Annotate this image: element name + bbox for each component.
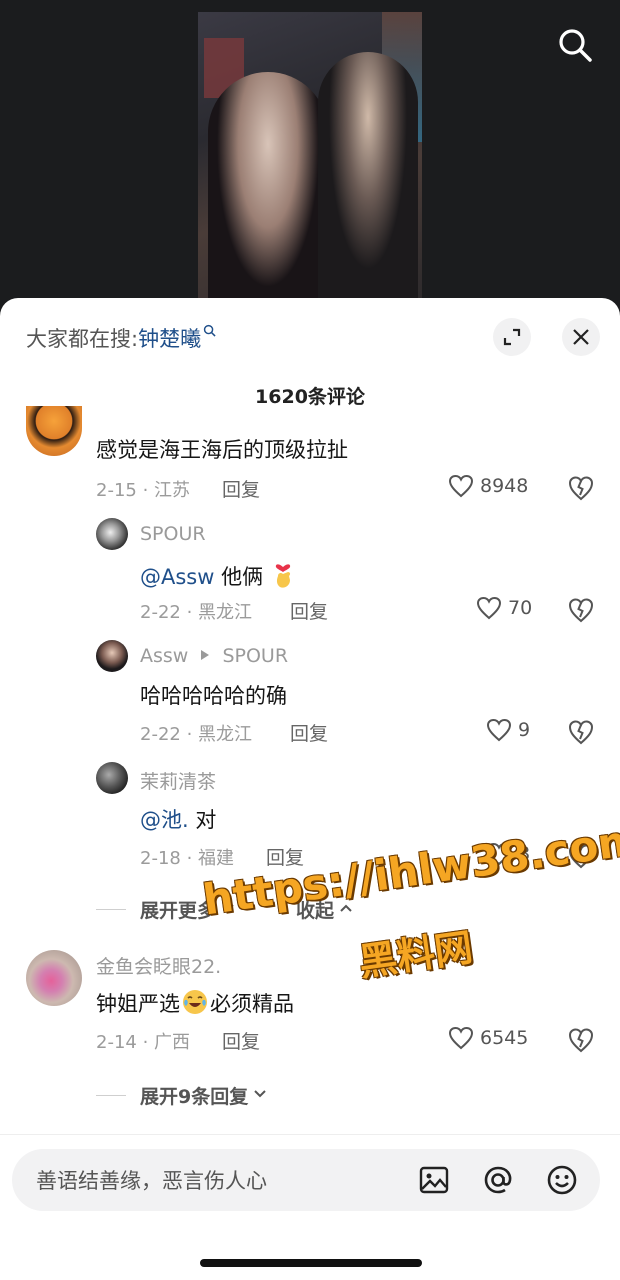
reply-button[interactable]: 回复 bbox=[266, 843, 304, 870]
reply-button[interactable]: 回复 bbox=[222, 1027, 260, 1054]
comment-text-body: 对 bbox=[188, 808, 217, 832]
avatar[interactable] bbox=[96, 762, 128, 794]
chevron-down-icon bbox=[254, 1089, 266, 1097]
comment-username[interactable]: 茉莉清茶 bbox=[140, 767, 216, 794]
comment-text-body: 他俩 bbox=[214, 565, 264, 589]
like-count: 6545 bbox=[480, 1027, 529, 1049]
dislike-icon[interactable] bbox=[567, 718, 595, 746]
emoji-icon[interactable] bbox=[546, 1164, 578, 1196]
hot-search-keyword[interactable]: 钟楚曦 bbox=[138, 323, 201, 353]
comment-username-row: Assw SPOUR bbox=[140, 645, 288, 667]
expand-more-label: 展开更多 bbox=[140, 900, 217, 922]
expand-icon bbox=[503, 328, 521, 346]
hot-search-prefix: 大家都在搜: bbox=[26, 327, 139, 351]
like-button[interactable]: 6545 bbox=[448, 1026, 528, 1050]
search-icon[interactable] bbox=[556, 26, 594, 64]
chevron-up-icon bbox=[340, 904, 352, 912]
comment-meta: 2-15 · 江苏 bbox=[96, 480, 191, 501]
hot-search[interactable]: 大家都在搜: 钟楚曦 bbox=[26, 320, 216, 356]
comment-text: @池. 对 bbox=[140, 804, 216, 834]
comment-text: 感觉是海王海后的顶级拉扯 bbox=[96, 438, 348, 462]
comment-input[interactable] bbox=[34, 1149, 418, 1213]
reply-button[interactable]: 回复 bbox=[222, 475, 260, 502]
avatar[interactable] bbox=[96, 640, 128, 672]
comments-sheet: 大家都在搜: 钟楚曦 1620条评论 感觉是海王海后的顶级拉扯 2-15 · 江… bbox=[0, 298, 620, 1280]
dislike-icon[interactable] bbox=[567, 474, 595, 502]
comment-text-part: 必须精品 bbox=[210, 992, 294, 1016]
video-thumbnail[interactable] bbox=[198, 12, 422, 302]
expand-replies-label: 展开9条回复 bbox=[140, 1086, 249, 1108]
like-button[interactable]: 70 bbox=[476, 596, 532, 620]
small-search-icon bbox=[203, 324, 216, 337]
home-indicator[interactable] bbox=[200, 1259, 422, 1267]
comment-count: 1620条评论 bbox=[255, 386, 365, 408]
heart-hand-emoji bbox=[275, 564, 290, 588]
comment-text: @Assw 他俩 bbox=[140, 558, 296, 591]
mention-link[interactable]: @池. bbox=[140, 808, 189, 832]
close-icon bbox=[573, 329, 589, 345]
comment-username[interactable]: 金鱼会眨眼22. bbox=[96, 952, 221, 979]
comment-meta: 2-22 · 黑龙江 bbox=[140, 602, 253, 623]
like-count: 70 bbox=[508, 597, 533, 619]
video-area[interactable] bbox=[0, 0, 620, 320]
expand-replies-button[interactable]: 展开9条回复 bbox=[96, 1082, 266, 1109]
like-button[interactable]: 8948 bbox=[448, 474, 528, 498]
comment-meta: 2-14 · 广西 bbox=[96, 1032, 191, 1053]
comment-meta: 2-18 · 福建 bbox=[140, 848, 235, 869]
heart-icon bbox=[486, 842, 512, 866]
image-icon[interactable] bbox=[418, 1164, 450, 1196]
at-mention-icon[interactable] bbox=[482, 1164, 514, 1196]
chevron-down-icon bbox=[222, 903, 234, 911]
mention-link[interactable]: @Assw bbox=[140, 565, 214, 589]
comment-text: 哈哈哈哈哈的确 bbox=[140, 684, 287, 708]
reply-button[interactable]: 回复 bbox=[290, 719, 328, 746]
play-arrow-icon bbox=[201, 650, 210, 660]
expand-more-button[interactable]: 展开更多 bbox=[96, 896, 234, 923]
comment-meta: 2-22 · 黑龙江 bbox=[140, 724, 253, 745]
reply-button[interactable]: 回复 bbox=[290, 597, 328, 624]
expand-button[interactable] bbox=[493, 318, 531, 356]
heart-icon bbox=[486, 718, 512, 742]
comment-username[interactable]: Assw bbox=[140, 645, 188, 667]
divider-line bbox=[96, 1095, 126, 1096]
collapse-button[interactable]: 收起 bbox=[296, 896, 352, 923]
avatar[interactable] bbox=[96, 518, 128, 550]
comment-text-part: 钟姐严选 bbox=[96, 992, 180, 1016]
dislike-icon[interactable] bbox=[567, 596, 595, 624]
comment-input-container[interactable] bbox=[12, 1149, 600, 1213]
avatar[interactable] bbox=[26, 406, 82, 456]
heart-icon bbox=[476, 596, 502, 620]
heart-icon bbox=[448, 474, 474, 498]
heart-icon bbox=[448, 1026, 474, 1050]
like-button[interactable]: 8 bbox=[486, 842, 530, 866]
dislike-icon[interactable] bbox=[567, 842, 595, 870]
collapse-label: 收起 bbox=[296, 900, 335, 922]
like-count: 8948 bbox=[480, 475, 529, 497]
dislike-icon[interactable] bbox=[567, 1026, 595, 1054]
like-count: 9 bbox=[518, 719, 531, 741]
reply-to-username[interactable]: SPOUR bbox=[222, 645, 288, 667]
crying-laughing-emoji bbox=[183, 990, 207, 1014]
like-button[interactable]: 9 bbox=[486, 718, 530, 742]
comment-username[interactable]: SPOUR bbox=[140, 523, 206, 545]
like-count: 8 bbox=[518, 843, 531, 865]
divider-line bbox=[96, 909, 126, 910]
close-button[interactable] bbox=[562, 318, 600, 356]
avatar[interactable] bbox=[26, 950, 82, 1006]
comment-text: 钟姐严选 必须精品 bbox=[96, 988, 294, 1018]
